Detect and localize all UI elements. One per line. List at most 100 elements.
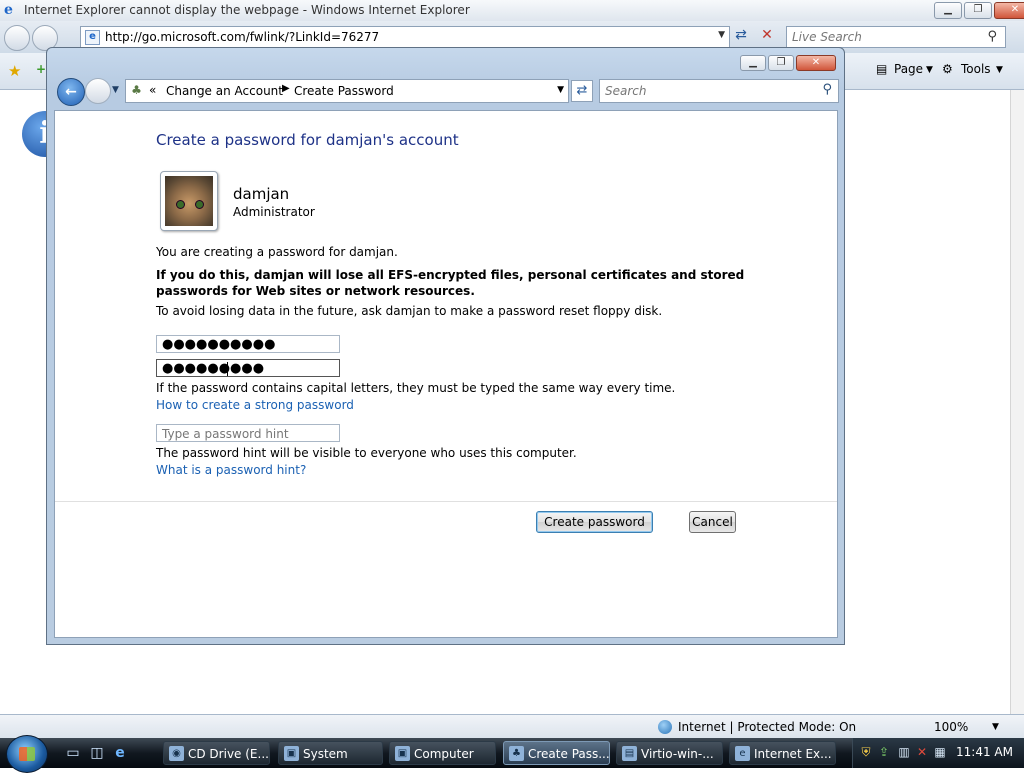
ie-address-bar[interactable]: e http://go.microsoft.com/fwlink/?LinkId… xyxy=(80,26,730,48)
new-password-value: ●●●●●●●●●● xyxy=(162,337,276,352)
ie-title-bar: e Internet Explorer cannot display the w… xyxy=(0,0,1024,22)
page-title: Create a password for damjan's account xyxy=(156,131,459,149)
task-cd-drive[interactable]: ◉ CD Drive (E... xyxy=(163,741,270,765)
maximize-button[interactable]: ❐ xyxy=(768,55,794,71)
back-button[interactable] xyxy=(4,25,30,51)
ie-address-text: http://go.microsoft.com/fwlink/?LinkId=7… xyxy=(105,30,380,44)
forward-button[interactable] xyxy=(85,78,111,104)
vertical-scrollbar[interactable] xyxy=(1010,90,1024,714)
avatar xyxy=(160,171,218,231)
cp-content: Create a password for damjan's account d… xyxy=(54,110,838,638)
display-icon[interactable]: ▦ xyxy=(933,745,947,759)
close-button[interactable]: ✕ xyxy=(796,55,836,71)
security-zone[interactable]: Internet | Protected Mode: On xyxy=(678,720,856,734)
avatar-eye xyxy=(176,200,185,209)
ie-logo-icon: e xyxy=(4,2,13,18)
ie-quicklaunch-icon[interactable]: e xyxy=(111,744,129,762)
task-label: CD Drive (E... xyxy=(188,747,269,761)
shield-icon[interactable]: ⛨ xyxy=(859,745,873,759)
live-search-placeholder: Live Search xyxy=(792,30,862,44)
task-system[interactable]: ▣ System xyxy=(278,741,383,765)
user-name: damjan xyxy=(233,185,290,203)
caps-note: If the password contains capital letters… xyxy=(156,381,676,395)
breadcrumb-create-password[interactable]: Create Password xyxy=(294,84,394,98)
start-button[interactable] xyxy=(6,735,48,773)
task-virtio[interactable]: ▤ Virtio-win-... xyxy=(616,741,723,765)
gear-icon: ⚙ xyxy=(942,62,953,76)
strong-password-link[interactable]: How to create a strong password xyxy=(156,398,354,412)
cp-caption-buttons: ▁ ❐ ✕ xyxy=(740,55,836,71)
create-password-button[interactable]: Create password xyxy=(536,511,653,533)
cancel-label: Cancel xyxy=(692,515,733,529)
favorites-star-icon[interactable]: ★ xyxy=(8,62,21,80)
chevron-down-icon[interactable]: ▼ xyxy=(557,85,564,95)
new-password-field[interactable]: ●●●●●●●●●● xyxy=(156,335,340,353)
volume-muted-icon[interactable]: ✕ xyxy=(915,745,929,759)
task-label: System xyxy=(303,747,348,761)
divider xyxy=(55,501,837,502)
chevron-down-icon[interactable]: ▼ xyxy=(996,65,1003,75)
chevron-down-icon[interactable]: ▼ xyxy=(112,85,119,95)
confirm-password-field[interactable]: ●●●●●●●●● xyxy=(156,359,340,377)
warning-text: If you do this, damjan will lose all EFS… xyxy=(156,268,745,298)
refresh-icon[interactable]: ⇄ xyxy=(571,80,593,102)
ie-status-bar: Internet | Protected Mode: On 100% ▼ xyxy=(0,714,1024,739)
add-favorites-icon[interactable]: + xyxy=(36,62,46,76)
cp-address-row: ← ▼ ♣ « Change an Account ▶ Create Passw… xyxy=(55,76,839,106)
zoom-level[interactable]: 100% xyxy=(934,720,968,734)
tools-menu[interactable]: Tools xyxy=(961,62,991,76)
chevron-right-icon[interactable]: ▶ xyxy=(282,83,290,94)
search-input[interactable]: Search ⚲ xyxy=(599,79,839,103)
page-icon: e xyxy=(85,30,100,45)
advice-text: To avoid losing data in the future, ask … xyxy=(156,304,663,318)
back-arrow-icon[interactable]: ← xyxy=(57,78,85,106)
task-internet-explorer[interactable]: e Internet Ex... xyxy=(729,741,836,765)
cp-breadcrumb[interactable]: ♣ « Change an Account ▶ Create Password … xyxy=(125,79,569,103)
info-text: You are creating a password for damjan. xyxy=(156,245,398,259)
show-desktop-icon[interactable]: ▭ xyxy=(64,744,82,762)
password-hint-link[interactable]: What is a password hint? xyxy=(156,463,306,477)
search-icon[interactable]: ⚲ xyxy=(987,29,997,44)
user-role: Administrator xyxy=(233,205,315,219)
system-icon: ▣ xyxy=(284,746,299,761)
safely-remove-icon[interactable]: ⇪ xyxy=(877,745,891,759)
confirm-password-value: ●●●●●●●●● xyxy=(162,361,265,376)
close-button[interactable]: ✕ xyxy=(994,2,1024,19)
avatar-eye xyxy=(195,200,204,209)
chevron-down-icon[interactable]: ▼ xyxy=(718,30,725,40)
chevron-down-icon[interactable]: ▼ xyxy=(926,65,933,75)
search-icon[interactable]: ⚲ xyxy=(822,82,832,97)
password-hint-field[interactable]: Type a password hint xyxy=(156,424,340,442)
page-menu-icon: ▤ xyxy=(876,62,888,76)
maximize-button[interactable]: ❐ xyxy=(964,2,992,19)
task-create-password[interactable]: ♣ Create Pass... xyxy=(503,741,610,765)
task-computer[interactable]: ▣ Computer xyxy=(389,741,496,765)
stop-icon[interactable]: ✕ xyxy=(758,27,776,45)
chevron-down-icon[interactable]: ▼ xyxy=(992,722,999,732)
search-placeholder: Search xyxy=(605,84,647,98)
minimize-button[interactable]: ▁ xyxy=(740,55,766,71)
minimize-button[interactable]: ▁ xyxy=(934,2,962,19)
page-menu[interactable]: Page xyxy=(894,62,923,76)
globe-icon xyxy=(658,720,672,734)
user-accounts-icon: ♣ xyxy=(509,746,524,761)
task-label: Virtio-win-... xyxy=(641,747,714,761)
cancel-button[interactable]: Cancel xyxy=(689,511,736,533)
live-search-input[interactable]: Live Search ⚲ xyxy=(786,26,1006,48)
breadcrumb-change-account[interactable]: Change an Account xyxy=(166,84,283,98)
network-icon[interactable]: ▥ xyxy=(897,745,911,759)
chevron-left-icon[interactable]: « xyxy=(149,83,156,97)
ie-caption-buttons: ▁ ❐ ✕ xyxy=(934,2,1024,19)
user-accounts-icon: ♣ xyxy=(131,83,142,97)
refresh-icon[interactable]: ⇄ xyxy=(732,27,750,45)
cd-drive-icon: ◉ xyxy=(169,746,184,761)
control-panel-window: ▁ ❐ ✕ ← ▼ ♣ « Change an Account ▶ Create… xyxy=(46,47,845,645)
switch-windows-icon[interactable]: ◫ xyxy=(88,744,106,762)
text-caret xyxy=(227,362,228,376)
computer-icon: ▣ xyxy=(395,746,410,761)
folder-icon: ▤ xyxy=(622,746,637,761)
clock[interactable]: 11:41 AM xyxy=(956,745,1013,759)
hint-note: The password hint will be visible to eve… xyxy=(156,446,577,460)
cat-avatar-image xyxy=(165,176,213,226)
taskbar: ▭ ◫ e ◉ CD Drive (E... ▣ System ▣ Computer … xyxy=(0,735,1024,773)
